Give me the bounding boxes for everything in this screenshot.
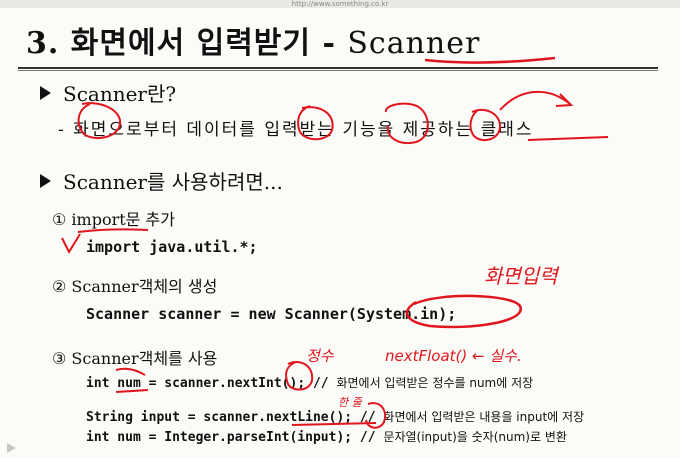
bullet-how-to-use: Scanner를 사용하려면... xyxy=(40,166,283,195)
annotation-screen-input: 화면입력 xyxy=(484,264,558,288)
slide-title-scanner: Scanner xyxy=(347,26,481,61)
step-1-code: import java.util.*; xyxy=(86,238,258,256)
slide-title: 3. 화면에서 입력받기 - Scanner xyxy=(26,18,480,62)
bullet-triangle-icon xyxy=(40,86,51,100)
title-divider-thin xyxy=(18,70,658,71)
step-3-code-line-1: int num = scanner.nextInt(); // 화면에서 입력받… xyxy=(86,374,533,391)
code-comment: 문자열(input)을 숫자(num)로 변환 xyxy=(383,430,567,444)
code-comment: 화면에서 입력받은 내용을 input에 저장 xyxy=(383,410,585,424)
title-divider xyxy=(18,67,658,69)
scanner-description: - 화면으로부터 데이터를 입력받는 기능을 제공하는 클래스 xyxy=(58,120,534,140)
step-3-code-line-3: int num = Integer.parseInt(input); // 문자… xyxy=(86,428,567,445)
checkmark xyxy=(61,233,81,255)
slide-title-prefix: 3. 화면에서 입력받기 - xyxy=(26,26,348,61)
step-2-label: ② Scanner객체의 생성 xyxy=(52,277,218,296)
annotation-next-float: nextFloat() ← 실수. xyxy=(385,347,522,365)
presentation-slide: http://www.something.co.kr 3. 화면에서 입력받기 … xyxy=(0,0,680,458)
step-1-label: ① import문 추가 xyxy=(52,210,175,229)
video-url-strip: http://www.something.co.kr xyxy=(0,0,680,8)
annotation-one-line: 한 줄 xyxy=(338,396,362,409)
play-arrow-icon[interactable] xyxy=(4,440,18,454)
arrowhead xyxy=(555,93,574,107)
step-3-code-line-2: String input = scanner.nextLine(); // 화면… xyxy=(86,408,584,425)
annotation-integer: 정수 xyxy=(306,347,334,365)
code-text: int num = Integer.parseInt(input); // xyxy=(86,430,384,445)
step-2-code: Scanner scanner = new Scanner(System.in)… xyxy=(86,305,457,323)
bullet-heading-text: Scanner란? xyxy=(63,82,177,106)
code-text: String input = scanner.nextLine(); // xyxy=(86,410,384,425)
underline-class xyxy=(527,136,609,141)
code-text: int num = scanner.nextInt(); // xyxy=(86,376,337,391)
step-3-label: ③ Scanner객체를 사용 xyxy=(52,349,218,368)
arrow-to-class xyxy=(499,91,571,111)
bullet-heading-text: Scanner를 사용하려면... xyxy=(63,170,283,194)
bullet-scanner-definition: Scanner란? xyxy=(40,78,176,107)
code-comment: 화면에서 입력받은 정수를 num에 저장 xyxy=(336,376,534,390)
bullet-triangle-icon xyxy=(40,174,51,188)
